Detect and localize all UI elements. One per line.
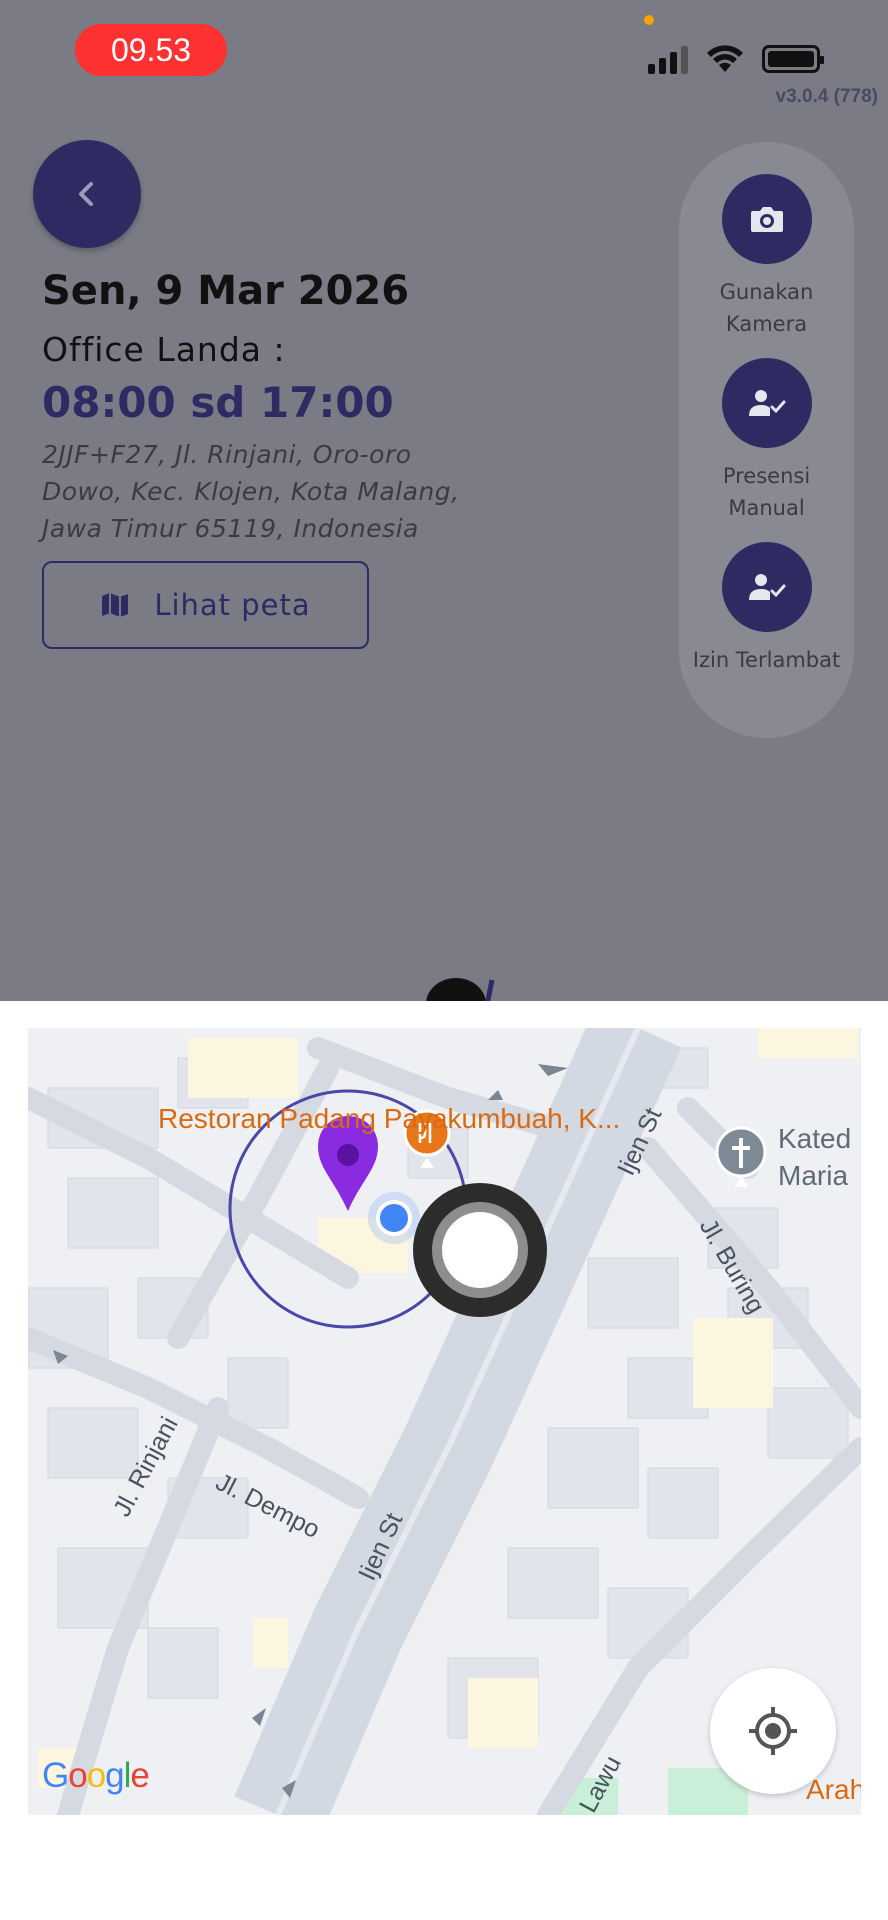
- chevron-left-icon: [79, 182, 93, 206]
- status-icons: [648, 42, 824, 76]
- user-check-icon: [748, 390, 785, 416]
- camera-label: Gunakan Kamera: [719, 280, 814, 336]
- office-name: Office Landa :: [42, 330, 286, 369]
- manual-attendance-action[interactable]: Presensi Manual: [679, 358, 854, 524]
- camera-icon: [750, 207, 783, 232]
- my-location-button[interactable]: [710, 1668, 836, 1794]
- dimmed-overlay: 09.53 v3.0.4 (778) Sen, 9 Mar 2026 Offic…: [0, 0, 888, 1001]
- battery-icon: [762, 45, 824, 73]
- map-icon: [102, 593, 129, 617]
- use-camera-action[interactable]: Gunakan Kamera: [679, 174, 854, 340]
- view-map-button[interactable]: Lihat peta: [42, 561, 369, 649]
- late-permit-action[interactable]: Izin Terlambat: [679, 542, 854, 676]
- office-hours: 08:00 sd 17:00: [42, 378, 394, 427]
- camera-button[interactable]: [721, 174, 812, 264]
- back-button[interactable]: [33, 140, 141, 248]
- app-version: v3.0.4 (778): [775, 86, 878, 107]
- restaurant-label[interactable]: Restoran Padang Payakumbuah, K...: [158, 1100, 620, 1138]
- manual-attendance-button[interactable]: [721, 358, 812, 448]
- crosshair-icon: [749, 1707, 797, 1755]
- office-address: 2JJF+F27, Jl. Rinjani, Oro-oro Dowo, Kec…: [42, 440, 460, 543]
- signal-icon: [648, 44, 688, 74]
- schedule-date: Sen, 9 Mar 2026: [42, 268, 410, 314]
- arah-label[interactable]: Arah: [806, 1774, 861, 1806]
- wifi-icon: [707, 45, 743, 72]
- character-illustration: [426, 978, 495, 1001]
- late-permit-button[interactable]: [721, 542, 812, 632]
- cathedral-label[interactable]: Kated Maria: [778, 1120, 851, 1194]
- late-permit-label: Izin Terlambat: [692, 648, 841, 672]
- manual-attendance-label: Presensi Manual: [722, 464, 811, 520]
- side-action-menu: Gunakan Kamera Presensi Manual Izin Terl…: [679, 142, 854, 738]
- status-time: 09.53: [75, 24, 227, 76]
- user-check-icon: [748, 574, 785, 600]
- privacy-indicator: [644, 15, 654, 25]
- view-map-label: Lihat peta: [154, 588, 311, 622]
- google-logo: Google: [42, 1756, 150, 1795]
- map-view[interactable]: Restoran Padang Payakumbuah, K... Kated …: [28, 1028, 861, 1815]
